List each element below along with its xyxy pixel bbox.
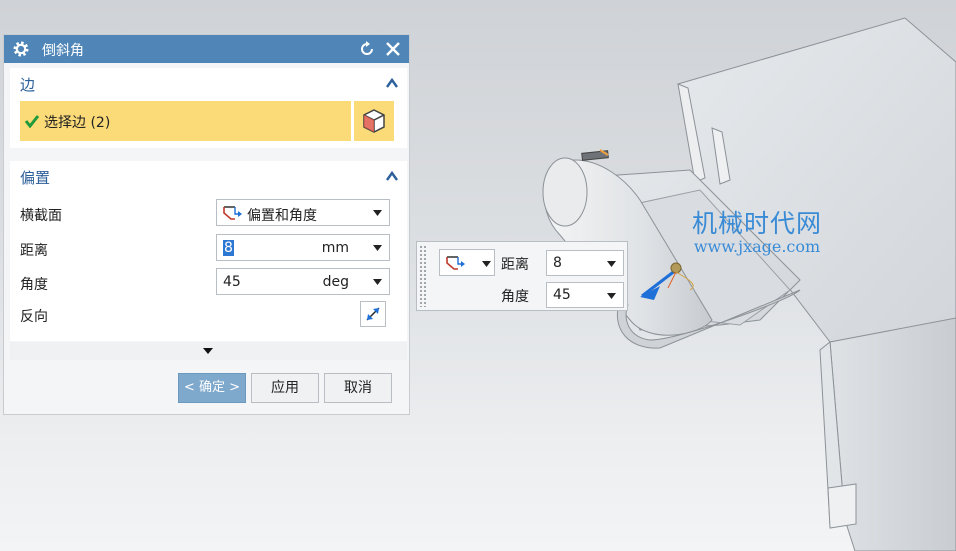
cross-section-mode-select[interactable] — [439, 249, 495, 276]
dropdown-arrow-icon[interactable] — [607, 293, 616, 299]
distance-unit: mm — [321, 240, 349, 256]
cross-section-label: 横截面 — [20, 208, 62, 224]
osib-distance-input[interactable]: 8 — [546, 250, 624, 276]
watermark: 机械时代网 www.jxage.com — [692, 210, 822, 256]
osib-angle-value: 45 — [553, 287, 571, 303]
cross-section-value: 偏置和角度 — [247, 208, 317, 224]
distance-label: 距离 — [20, 243, 48, 259]
osib-distance-value: 8 — [553, 255, 562, 271]
watermark-title: 机械时代网 — [692, 209, 823, 238]
chevron-down-icon — [203, 348, 213, 354]
offset-section-header[interactable]: 偏置 — [10, 161, 407, 191]
dialog-title: 倒斜角 — [42, 43, 84, 59]
dropdown-arrow-icon — [373, 210, 382, 216]
reset-icon[interactable] — [358, 40, 376, 58]
distance-value: 8 — [223, 240, 234, 256]
osib-distance-label: 距离 — [501, 257, 529, 273]
ok-button[interactable]: < 确定 > — [178, 373, 246, 403]
cancel-button[interactable]: 取消 — [324, 373, 392, 403]
chevron-up-icon[interactable] — [385, 170, 399, 182]
offset-section-body: 横截面 偏置和角度 距离 8 mm 角度 45 deg 反向 — [10, 191, 407, 341]
cross-section-select[interactable]: 偏置和角度 — [216, 199, 390, 226]
edge-section-body: 选择边 (2) — [10, 98, 407, 148]
angle-input[interactable]: 45 deg — [216, 268, 390, 295]
reverse-arrows-icon — [366, 307, 380, 321]
osib-angle-input[interactable]: 45 — [546, 282, 624, 308]
reverse-label: 反向 — [20, 309, 48, 325]
angle-unit: deg — [322, 274, 349, 290]
dropdown-arrow-icon[interactable] — [373, 245, 382, 251]
select-edge-button[interactable] — [354, 101, 394, 141]
apply-button[interactable]: 应用 — [251, 373, 319, 403]
offset-angle-icon — [223, 206, 242, 220]
angle-label: 角度 — [20, 277, 48, 293]
drag-grip[interactable] — [419, 245, 427, 307]
chevron-up-icon[interactable] — [385, 77, 399, 89]
osib-angle-label: 角度 — [501, 289, 529, 305]
dialog-title-bar[interactable]: 倒斜角 — [4, 35, 409, 63]
dropdown-arrow-icon[interactable] — [373, 279, 382, 285]
edge-section-title: 边 — [20, 76, 36, 94]
offset-section-title: 偏置 — [20, 169, 51, 187]
chamfer-dialog: 倒斜角 边 选择边 (2) 偏置 横截面 偏置和角度 距离 8 mm 角度 45… — [3, 34, 410, 415]
dropdown-arrow-icon — [482, 261, 491, 267]
checkmark-icon — [24, 115, 40, 129]
select-edge-row[interactable]: 选择边 (2) — [20, 101, 351, 141]
select-edge-label: 选择边 (2) — [44, 115, 111, 131]
dropdown-arrow-icon[interactable] — [607, 261, 616, 267]
offset-angle-icon — [446, 256, 465, 270]
onscreen-input-box[interactable]: 距离 8 角度 45 — [416, 241, 628, 311]
angle-value: 45 — [223, 274, 241, 290]
close-icon[interactable] — [384, 40, 402, 58]
gear-icon — [13, 41, 29, 57]
watermark-url: www.jxage.com — [693, 237, 821, 256]
distance-input[interactable]: 8 mm — [216, 234, 390, 261]
reverse-direction-button[interactable] — [360, 301, 386, 327]
edge-section-header[interactable]: 边 — [10, 68, 407, 98]
cube-icon — [363, 109, 385, 133]
more-options-toggle[interactable] — [10, 342, 407, 360]
